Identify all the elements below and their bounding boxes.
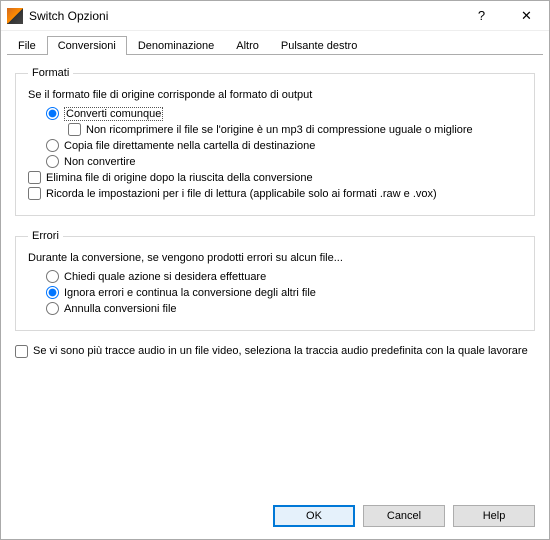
titlebar-controls: ? ✕ bbox=[459, 1, 549, 30]
label-converti-comunque[interactable]: Converti comunque bbox=[64, 108, 163, 120]
help-button-footer[interactable]: Help bbox=[453, 505, 535, 527]
label-multi-tracce[interactable]: Se vi sono più tracce audio in un file v… bbox=[33, 345, 528, 357]
radio-ignora-errori[interactable] bbox=[46, 286, 59, 299]
tab-label: File bbox=[18, 40, 36, 52]
help-icon: ? bbox=[478, 8, 485, 23]
dialog-window: Switch Opzioni ? ✕ File Conversioni Deno… bbox=[0, 0, 550, 540]
checkbox-multi-tracce[interactable] bbox=[15, 345, 28, 358]
label-non-convertire[interactable]: Non convertire bbox=[64, 156, 136, 168]
formati-intro: Se il formato file di origine corrispond… bbox=[28, 89, 522, 101]
help-button[interactable]: ? bbox=[459, 1, 504, 30]
tab-label: Conversioni bbox=[58, 40, 116, 52]
label-ricorda-impostazioni[interactable]: Ricorda le impostazioni per i file di le… bbox=[46, 188, 437, 200]
tab-conversioni[interactable]: Conversioni bbox=[47, 36, 127, 55]
label-copia-diretta[interactable]: Copia file direttamente nella cartella d… bbox=[64, 140, 315, 152]
radio-non-convertire[interactable] bbox=[46, 155, 59, 168]
row-chk-multitracce: Se vi sono più tracce audio in un file v… bbox=[15, 345, 535, 358]
errori-intro: Durante la conversione, se vengono prodo… bbox=[28, 252, 522, 264]
label-ignora-errori[interactable]: Ignora errori e continua la conversione … bbox=[64, 287, 316, 299]
row-opt-copia: Copia file direttamente nella cartella d… bbox=[28, 139, 522, 152]
group-errori-legend: Errori bbox=[28, 230, 63, 242]
row-opt-annulla: Annulla conversioni file bbox=[28, 302, 522, 315]
checkbox-elimina-origine[interactable] bbox=[28, 171, 41, 184]
window-title: Switch Opzioni bbox=[29, 9, 459, 23]
row-chk-ricorda: Ricorda le impostazioni per i file di le… bbox=[28, 187, 522, 200]
titlebar: Switch Opzioni ? ✕ bbox=[1, 1, 549, 31]
row-chk-elimina: Elimina file di origine dopo la riuscita… bbox=[28, 171, 522, 184]
radio-annulla-conversioni[interactable] bbox=[46, 302, 59, 315]
radio-converti-comunque[interactable] bbox=[46, 107, 59, 120]
row-opt-converti: Converti comunque bbox=[28, 107, 522, 120]
tab-label: Denominazione bbox=[138, 40, 214, 52]
tab-content: Formati Se il formato file di origine co… bbox=[1, 55, 549, 495]
tab-pulsante-destro[interactable]: Pulsante destro bbox=[270, 36, 368, 55]
cancel-button[interactable]: Cancel bbox=[363, 505, 445, 527]
radio-copia-diretta[interactable] bbox=[46, 139, 59, 152]
row-opt-ignora: Ignora errori e continua la conversione … bbox=[28, 286, 522, 299]
tab-strip: File Conversioni Denominazione Altro Pul… bbox=[1, 31, 549, 55]
tab-file[interactable]: File bbox=[7, 36, 47, 55]
checkbox-non-ricomprimere[interactable] bbox=[68, 123, 81, 136]
label-chiedi-azione[interactable]: Chiedi quale azione si desidera effettua… bbox=[64, 271, 266, 283]
close-button[interactable]: ✕ bbox=[504, 1, 549, 30]
row-opt-chiedi: Chiedi quale azione si desidera effettua… bbox=[28, 270, 522, 283]
ok-button[interactable]: OK bbox=[273, 505, 355, 527]
label-elimina-origine[interactable]: Elimina file di origine dopo la riuscita… bbox=[46, 172, 313, 184]
label-non-ricomprimere[interactable]: Non ricomprimere il file se l'origine è … bbox=[86, 124, 473, 136]
tab-denominazione[interactable]: Denominazione bbox=[127, 36, 225, 55]
tab-altro[interactable]: Altro bbox=[225, 36, 270, 55]
button-bar: OK Cancel Help bbox=[1, 495, 549, 539]
group-formati-legend: Formati bbox=[28, 67, 73, 79]
row-chk-nonricomprimere: Non ricomprimere il file se l'origine è … bbox=[28, 123, 522, 136]
tab-label: Altro bbox=[236, 40, 259, 52]
checkbox-ricorda-impostazioni[interactable] bbox=[28, 187, 41, 200]
radio-chiedi-azione[interactable] bbox=[46, 270, 59, 283]
text-converti-comunque: Converti comunque bbox=[64, 107, 163, 121]
close-icon: ✕ bbox=[521, 8, 532, 24]
label-annulla-conversioni[interactable]: Annulla conversioni file bbox=[64, 303, 177, 315]
app-icon bbox=[7, 8, 23, 24]
tab-label: Pulsante destro bbox=[281, 40, 357, 52]
row-opt-nonconvertire: Non convertire bbox=[28, 155, 522, 168]
group-formati: Formati Se il formato file di origine co… bbox=[15, 67, 535, 216]
group-errori: Errori Durante la conversione, se vengon… bbox=[15, 230, 535, 331]
